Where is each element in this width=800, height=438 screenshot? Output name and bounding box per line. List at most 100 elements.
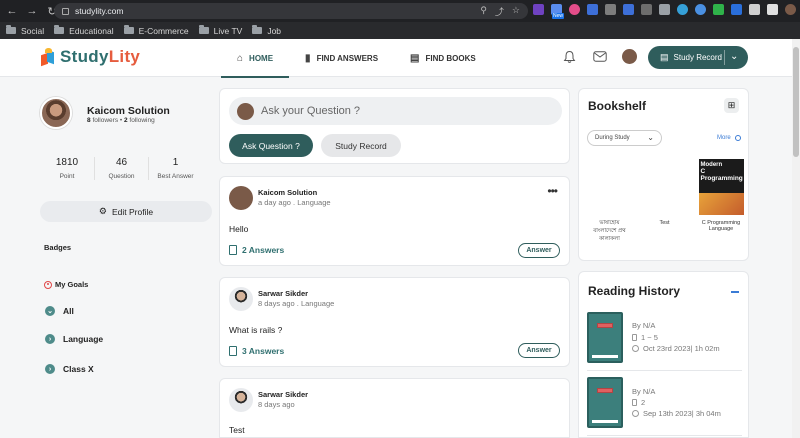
share-icon[interactable]: ⤴ [495,5,504,18]
chevron-down-icon[interactable]: ⌄ [730,51,738,62]
gear-icon: ⚙ [98,206,107,216]
bookmark-folder-educational[interactable]: Educational [54,25,114,36]
ask-question-card: Ask your Question ? Ask Question ? Study… [219,88,570,164]
question-author[interactable]: Sarwar Sikder [258,289,308,298]
author-avatar[interactable] [229,186,253,210]
book-cover [587,159,632,215]
header-avatar[interactable] [622,49,637,64]
bookmarks-bar: Social Educational E-Commerce Live TV Jo… [0,22,800,39]
divider [587,435,742,436]
answer-button[interactable]: Answer [518,243,560,258]
profile-avatar-icon[interactable] [785,4,796,15]
scrollbar-thumb[interactable] [793,47,799,157]
book-icon [587,377,623,428]
answers-count-link[interactable]: 3 Answers [229,346,284,356]
page-icon [632,399,637,406]
side-panel-icon[interactable] [767,4,778,15]
back-icon[interactable]: ← [4,3,20,19]
home-icon: ⌂ [237,52,244,64]
extension-notify-icon[interactable] [623,4,634,15]
extension-react-icon[interactable] [677,4,688,15]
question-text: Hello [229,224,249,234]
more-link[interactable]: More [717,135,741,141]
chevron-right-icon: › [45,364,55,374]
bookmark-folder-job[interactable]: Job [252,25,281,36]
extension-pen-icon[interactable] [533,4,544,15]
goal-item-all[interactable]: ⌄ All [45,306,74,316]
folder-icon [123,25,134,34]
main-nav: ⌂ HOME ▮ FIND ANSWERS ▤ FIND BOOKS [221,39,492,78]
ask-question-button[interactable]: Ask Question ? [229,134,313,157]
folder-icon [198,25,209,34]
logo-text: StudyLity [60,47,141,66]
history-pages: 2 [632,398,645,407]
chevron-down-icon: ⌄ [45,306,55,316]
lock-icon [62,7,69,15]
bookmark-folder-livetv[interactable]: Live TV [198,25,242,36]
extension-circle-icon[interactable] [569,4,580,15]
tab-home[interactable]: ⌂ HOME [221,39,290,78]
add-book-icon[interactable]: ⊞ [724,98,739,113]
bookmark-star-icon[interactable]: ☆ [512,5,520,18]
forward-icon[interactable]: → [24,3,40,19]
bookmark-folder-social[interactable]: Social [6,25,44,36]
extension-globe-icon[interactable] [695,4,706,15]
history-time: Oct 23rd 2023| 1h 02m [632,344,720,353]
new-badge: New [552,13,565,19]
bookmark-folder-ecommerce[interactable]: E-Commerce [123,25,189,36]
history-item[interactable]: By N/A 2 Sep 13th 2023| 3h 04m [587,377,742,433]
book-title: C Programming Language [701,220,741,232]
goal-item-class-x[interactable]: › Class X [45,364,94,374]
question-meta: a day ago . Language [258,198,331,207]
question-author[interactable]: Kaicom Solution [258,188,317,197]
studylity-logo[interactable]: StudyLity [40,47,140,67]
study-record-tab-button[interactable]: Study Record [321,134,401,157]
extension-window-icon[interactable] [659,4,670,15]
document-icon [229,245,237,255]
address-bar[interactable]: studylity.com ⚲ ⤴ ☆ [54,3,528,19]
extensions-bar: ⋮ [533,4,800,15]
question-author[interactable]: Sarwar Sikder [258,390,308,399]
profile-name: Kaicom Solution [87,105,170,117]
book-cover: Modern C Programming [698,159,744,215]
book-icon [587,312,623,363]
user-avatar [237,102,254,120]
tab-find-books[interactable]: ▤ FIND BOOKS [394,39,492,77]
ask-question-input[interactable]: Ask your Question ? [229,97,562,125]
chevron-right-icon: › [45,334,55,344]
goal-item-language[interactable]: › Language [45,334,103,344]
bell-icon[interactable] [563,50,576,64]
question-card: Kaicom Solution a day ago . Language •••… [219,176,570,266]
target-icon [44,280,52,289]
page-scrollbar[interactable] [792,39,800,438]
extension-check-icon[interactable] [731,4,742,15]
history-pages: 1 ~ 5 [632,333,658,342]
bookshelf-book[interactable]: ভাষাহোয় বাংলাদেশে প্রথ কালাকলা [587,159,632,244]
bookshelf-filter-select[interactable]: During Study ⌄ [587,130,662,146]
extension-grey-icon[interactable] [641,4,652,15]
answers-count-link[interactable]: 2 Answers [229,245,284,255]
answer-button[interactable]: Answer [518,343,560,358]
stat-points: 1810 Point [55,157,79,180]
more-options-icon[interactable]: ••• [547,184,558,198]
edit-profile-button[interactable]: ⚙ Edit Profile [40,201,212,222]
study-record-button[interactable]: ▤ Study Record ⌄ [648,46,748,69]
browser-toolbar: ← → ↻ studylity.com ⚲ ⤴ ☆ ⋮ New [0,0,800,22]
history-item[interactable]: By N/A 1 ~ 5 Oct 23rd 2023| 1h 02m [587,312,742,368]
mail-icon[interactable] [593,51,607,62]
bookshelf-book[interactable]: Modern C Programming C Programming Langu… [697,159,745,232]
key-icon[interactable]: ⚲ [480,5,487,18]
extension-shield-icon[interactable] [713,4,724,15]
profile-avatar[interactable] [40,97,72,129]
extension-mail-icon[interactable] [605,4,616,15]
bookshelf-title: Bookshelf [588,99,647,113]
extensions-puzzle-icon[interactable] [749,4,760,15]
tab-find-answers[interactable]: ▮ FIND ANSWERS [289,39,394,77]
author-avatar[interactable] [229,388,253,412]
book-title: ভাষাহোয় বাংলাদেশে প্রথ কালাকলা [593,220,626,242]
collapse-icon[interactable] [731,291,739,293]
author-avatar[interactable] [229,287,253,311]
bookshelf-book[interactable]: Test [642,159,687,226]
extension-blue-icon[interactable] [587,4,598,15]
folder-icon [252,25,263,34]
